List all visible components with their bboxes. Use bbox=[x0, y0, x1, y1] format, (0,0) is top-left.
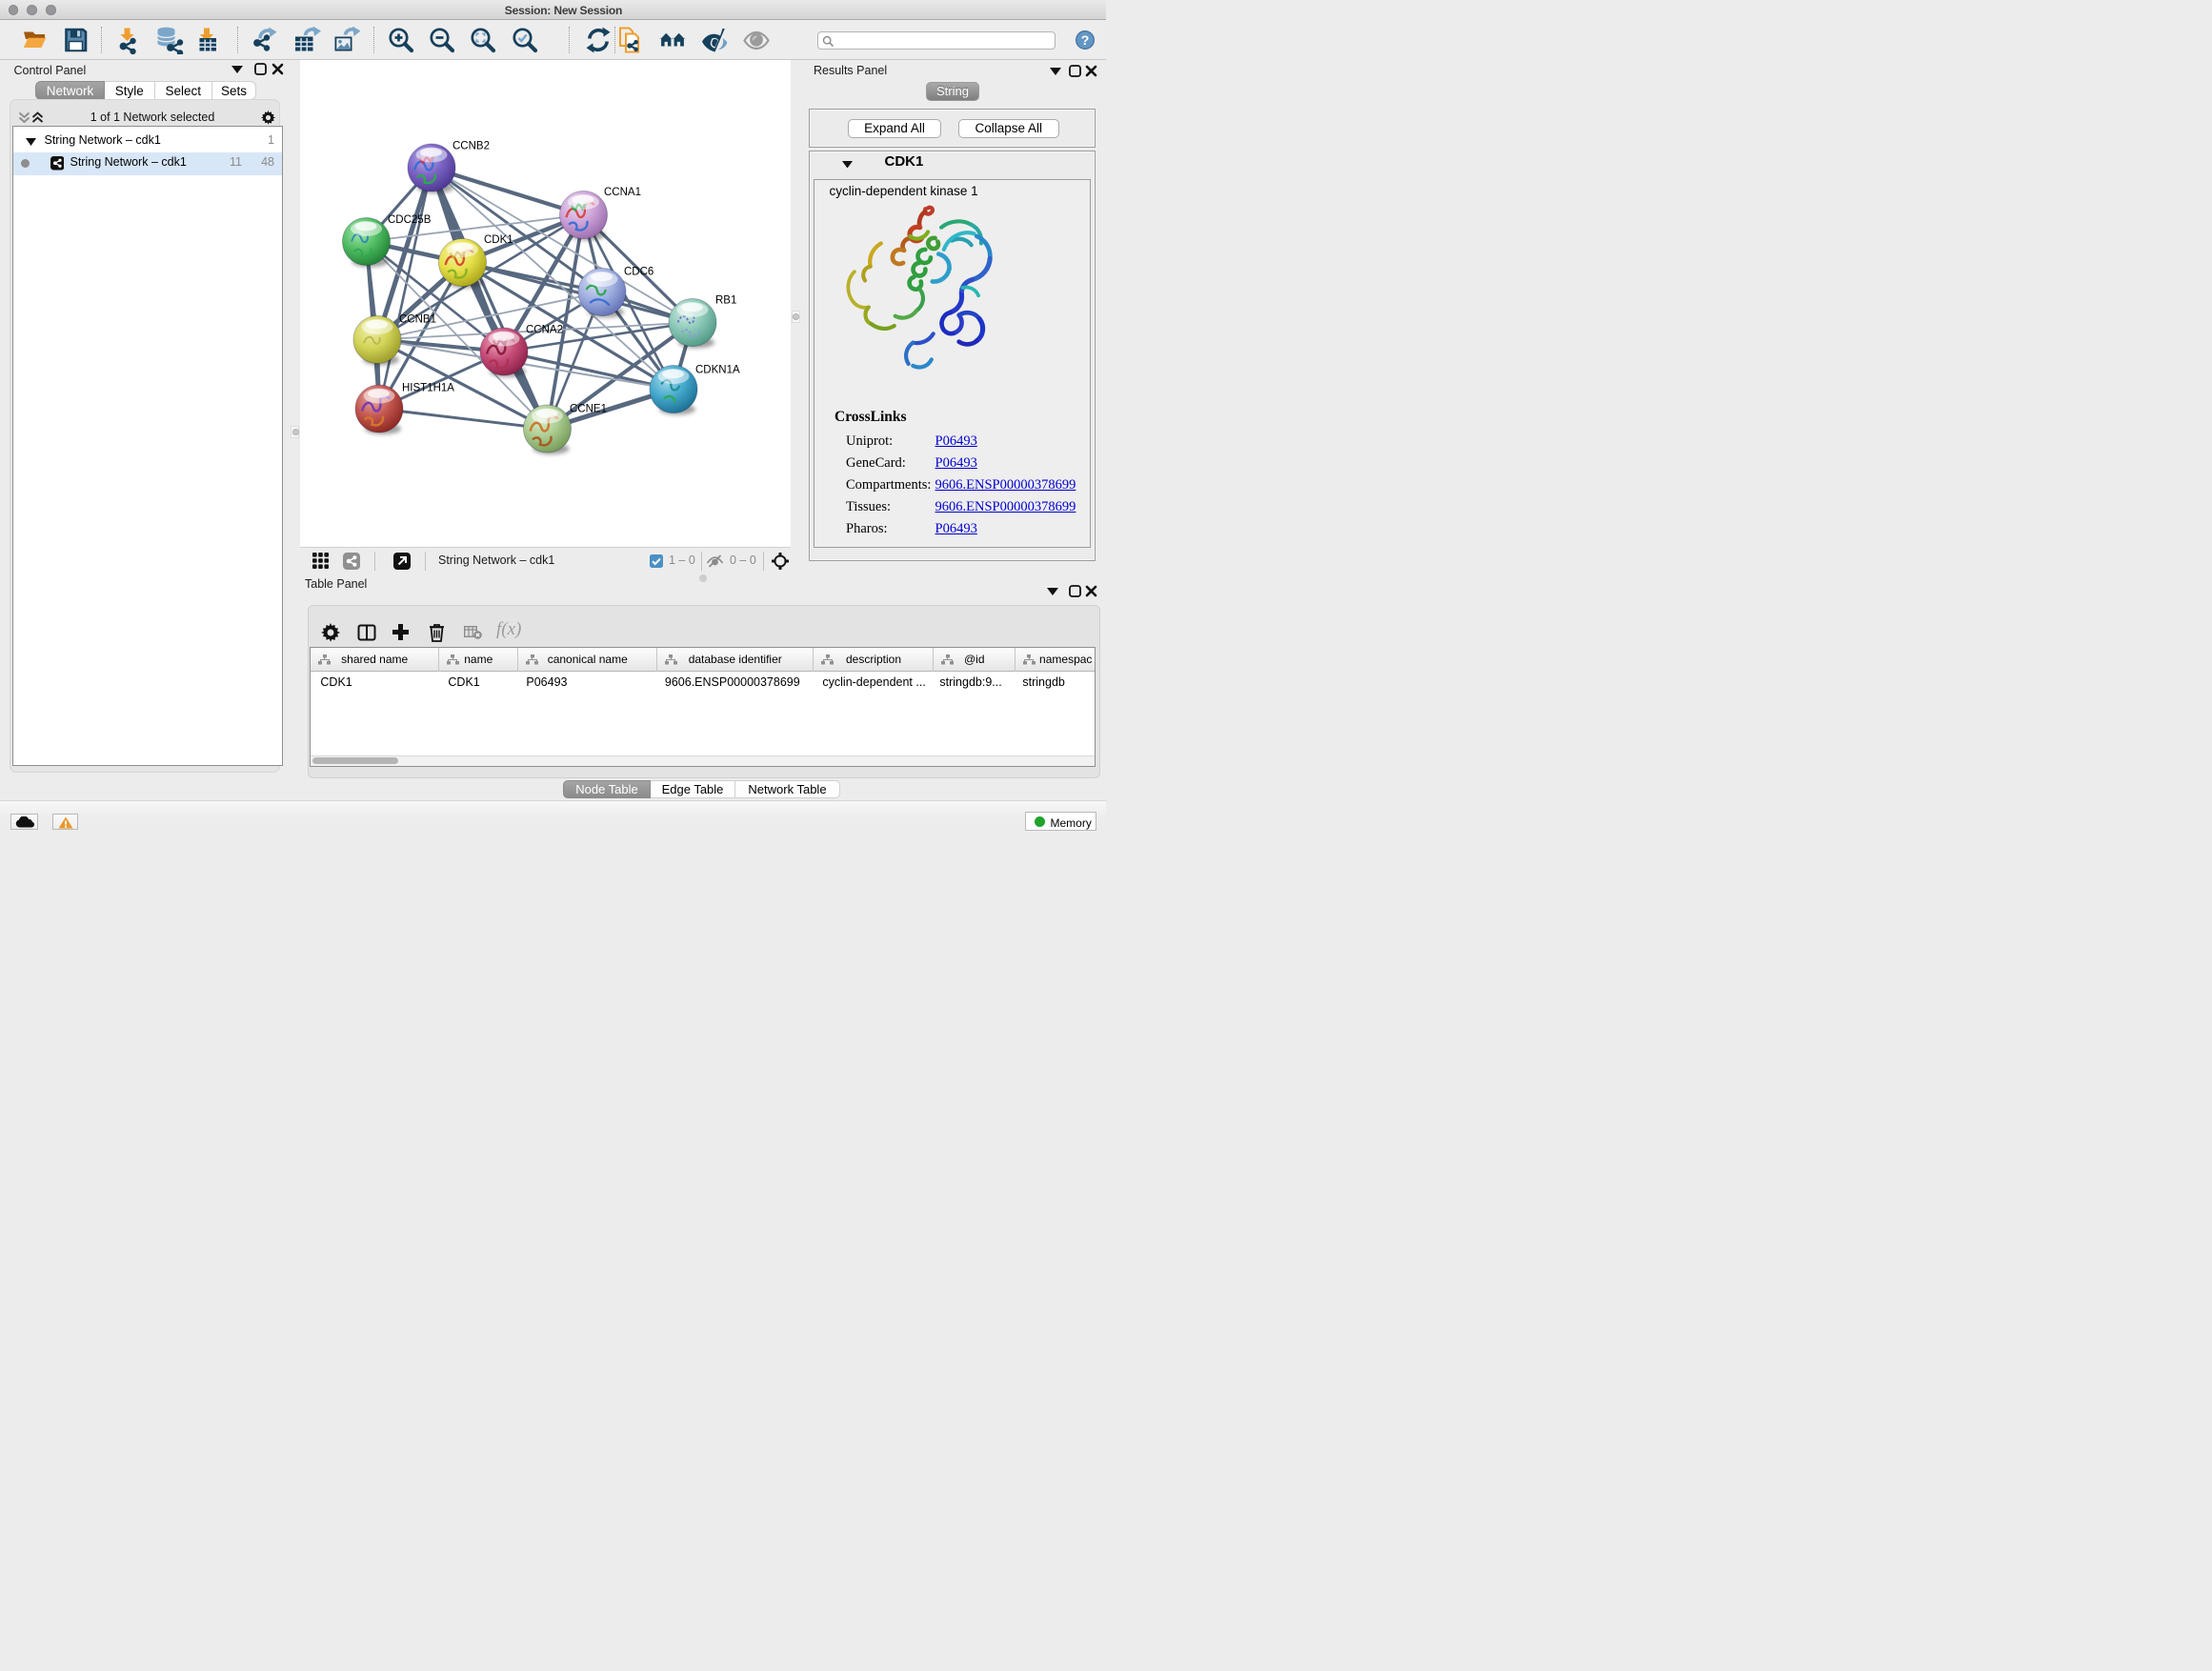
svg-text:CCNB1: CCNB1 bbox=[399, 314, 436, 326]
svg-text:CCNE1: CCNE1 bbox=[570, 404, 607, 415]
svg-text:CDC25B: CDC25B bbox=[388, 214, 432, 226]
svg-text:?: ? bbox=[1080, 32, 1089, 48]
svg-text:CDK1: CDK1 bbox=[484, 234, 513, 246]
svg-text:RB1: RB1 bbox=[715, 295, 736, 307]
svg-text:CCNA1: CCNA1 bbox=[604, 187, 641, 198]
svg-text:HIST1H1A: HIST1H1A bbox=[402, 383, 454, 394]
svg-text:CDKN1A: CDKN1A bbox=[695, 365, 740, 376]
svg-text:CDC6: CDC6 bbox=[624, 267, 654, 278]
svg-text:CCNB2: CCNB2 bbox=[452, 141, 490, 152]
svg-text:CCNA2: CCNA2 bbox=[526, 325, 563, 336]
